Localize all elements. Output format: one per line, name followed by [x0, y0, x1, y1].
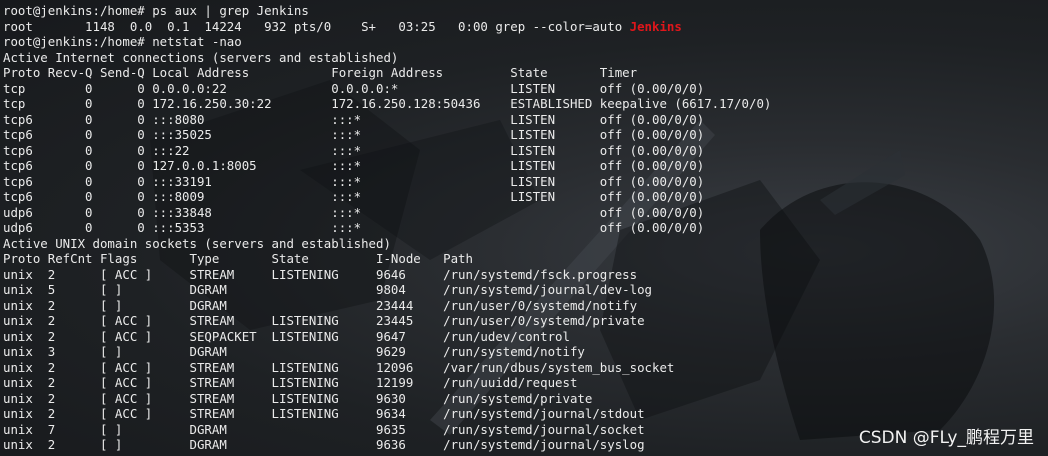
- terminal-line-text: unix 2 [ ACC ] STREAM LISTENING 23445 /r…: [3, 313, 645, 329]
- terminal-line: unix 3 [ ] DGRAM 9629 /run/systemd/notif…: [3, 344, 771, 360]
- terminal-line: unix 2 [ ] DGRAM 9636 /run/systemd/journ…: [3, 437, 771, 453]
- terminal-line-text: unix 2 [ ACC ] SEQPACKET LISTENING 9647 …: [3, 328, 570, 344]
- terminal-line-text: root@jenkins:/home# netstat -nao: [3, 34, 242, 50]
- terminal-line-text: unix 2 [ ] DGRAM 9636 /run/systemd/journ…: [3, 437, 645, 453]
- terminal-line: unix 2 [ ] DGRAM 23444 /run/user/0/syste…: [3, 298, 771, 314]
- terminal-window[interactable]: root@jenkins:/home# ps aux | grep Jenkin…: [0, 0, 1048, 456]
- terminal-line-text: tcp6 0 0 :::8080 :::* LISTEN off (0.00/0…: [3, 111, 705, 127]
- terminal-line-text: unix 2 [ ACC ] STREAM LISTENING 12096 /v…: [3, 359, 675, 375]
- terminal-line-text: tcp6 0 0 :::35025 :::* LISTEN off (0.00/…: [3, 127, 705, 143]
- terminal-line: Active UNIX domain sockets (servers and …: [3, 236, 771, 252]
- terminal-line: root@jenkins:/home# netstat -nao: [3, 34, 771, 50]
- terminal-line: tcp 0 0 172.16.250.30:22 172.16.250.128:…: [3, 96, 771, 112]
- terminal-line: unix 2 [ ACC ] STREAM LISTENING 9646 /ru…: [3, 267, 771, 283]
- terminal-line: unix 2 [ ACC ] SEQPACKET LISTENING 9647 …: [3, 329, 771, 345]
- terminal-line-text: unix 2 [ ACC ] STREAM LISTENING 9634 /ru…: [3, 406, 645, 422]
- terminal-line: tcp6 0 0 :::22 :::* LISTEN off (0.00/0/0…: [3, 143, 771, 159]
- terminal-line-text: udp6 0 0 :::33848 :::* off (0.00/0/0): [3, 204, 705, 220]
- terminal-line-text: tcp 0 0 0.0.0.0:22 0.0.0.0:* LISTEN off …: [3, 80, 705, 96]
- terminal-line: Active Internet connections (servers and…: [3, 50, 771, 66]
- terminal-line-text: unix 3 [ ] DGRAM 9629 /run/systemd/notif…: [3, 344, 585, 360]
- terminal-line-text: unix 2 [ ACC ] STREAM LISTENING 9630 /ru…: [3, 390, 593, 406]
- terminal-line-text: unix 2 [ ACC ] STREAM LISTENING 12199 /r…: [3, 375, 578, 391]
- terminal-line: Proto RefCnt Flags Type State I-Node Pat…: [3, 251, 771, 267]
- terminal-line-text: udp6 0 0 :::5353 :::* off (0.00/0/0): [3, 220, 705, 236]
- terminal-line: udp6 0 0 :::33848 :::* off (0.00/0/0): [3, 205, 771, 221]
- terminal-line: udp6 0 0 :::5353 :::* off (0.00/0/0): [3, 220, 771, 236]
- terminal-line-text: tcp6 0 0 127.0.0.1:8005 :::* LISTEN off …: [3, 158, 705, 174]
- terminal-line: tcp6 0 0 :::8080 :::* LISTEN off (0.00/0…: [3, 112, 771, 128]
- terminal-line: tcp6 0 0 127.0.0.1:8005 :::* LISTEN off …: [3, 158, 771, 174]
- terminal-line: tcp6 0 0 :::35025 :::* LISTEN off (0.00/…: [3, 127, 771, 143]
- terminal-output: root@jenkins:/home# ps aux | grep Jenkin…: [3, 3, 771, 453]
- terminal-line: unix 2 [ ACC ] STREAM LISTENING 9630 /ru…: [3, 391, 771, 407]
- terminal-line: unix 5 [ ] DGRAM 9804 /run/systemd/journ…: [3, 282, 771, 298]
- terminal-line-text: unix 5 [ ] DGRAM 9804 /run/systemd/journ…: [3, 282, 653, 298]
- terminal-line-text: Active Internet connections (servers and…: [3, 49, 399, 65]
- terminal-line: unix 2 [ ACC ] STREAM LISTENING 12199 /r…: [3, 375, 771, 391]
- terminal-line-text: root@jenkins:/home# ps aux | grep Jenkin…: [3, 3, 309, 18]
- terminal-line: unix 2 [ ACC ] STREAM LISTENING 9634 /ru…: [3, 406, 771, 422]
- terminal-line: tcp 0 0 0.0.0.0:22 0.0.0.0:* LISTEN off …: [3, 81, 771, 97]
- terminal-line: unix 2 [ ACC ] STREAM LISTENING 12096 /v…: [3, 360, 771, 376]
- terminal-line: Proto Recv-Q Send-Q Local Address Foreig…: [3, 65, 771, 81]
- terminal-line-text: tcp6 0 0 :::22 :::* LISTEN off (0.00/0/0…: [3, 142, 705, 158]
- terminal-line: tcp6 0 0 :::8009 :::* LISTEN off (0.00/0…: [3, 189, 771, 205]
- terminal-line-text: unix 2 [ ACC ] STREAM LISTENING 9646 /ru…: [3, 266, 638, 282]
- terminal-line-text: tcp6 0 0 :::33191 :::* LISTEN off (0.00/…: [3, 173, 705, 189]
- terminal-line: unix 2 [ ACC ] STREAM LISTENING 23445 /r…: [3, 313, 771, 329]
- terminal-line-text: root 1148 0.0 0.1 14224 932 pts/0 S+ 03:…: [3, 18, 630, 34]
- terminal-line: root@jenkins:/home# ps aux | grep Jenkin…: [3, 3, 771, 19]
- terminal-line-text: tcp 0 0 172.16.250.30:22 172.16.250.128:…: [3, 96, 772, 112]
- terminal-line-text: Proto Recv-Q Send-Q Local Address Foreig…: [3, 65, 638, 81]
- terminal-line-text: unix 2 [ ] DGRAM 23444 /run/user/0/syste…: [3, 297, 638, 313]
- terminal-line-text: Proto RefCnt Flags Type State I-Node Pat…: [3, 251, 473, 267]
- terminal-line-text: Active UNIX domain sockets (servers and …: [3, 235, 391, 251]
- terminal-line-text: unix 7 [ ] DGRAM 9635 /run/systemd/journ…: [3, 421, 645, 437]
- grep-match-highlight: Jenkins: [629, 18, 682, 34]
- terminal-line-text: tcp6 0 0 :::8009 :::* LISTEN off (0.00/0…: [3, 189, 705, 205]
- terminal-line: unix 7 [ ] DGRAM 9635 /run/systemd/journ…: [3, 422, 771, 438]
- watermark: CSDN @FLy_鹏程万里: [858, 428, 1034, 448]
- terminal-line: root 1148 0.0 0.1 14224 932 pts/0 S+ 03:…: [3, 19, 771, 35]
- terminal-line: tcp6 0 0 :::33191 :::* LISTEN off (0.00/…: [3, 174, 771, 190]
